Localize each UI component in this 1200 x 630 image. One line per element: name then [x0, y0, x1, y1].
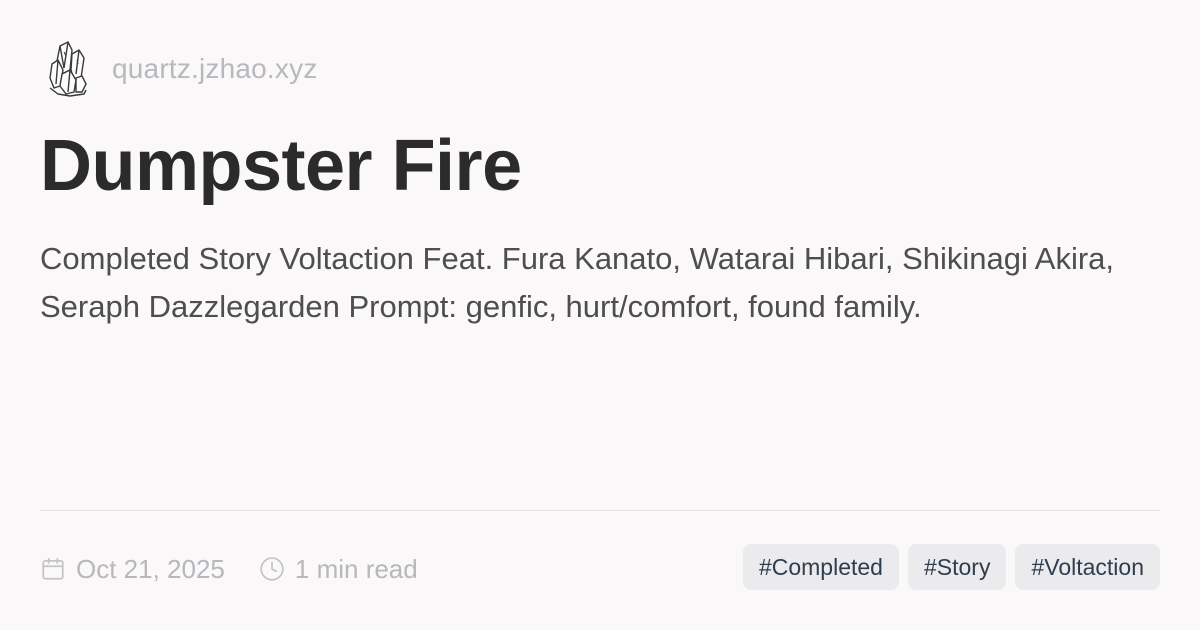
divider	[40, 510, 1160, 511]
date-meta: Oct 21, 2025	[40, 554, 225, 585]
tag-voltaction[interactable]: #Voltaction	[1015, 544, 1160, 590]
page-description: Completed Story Voltaction Feat. Fura Ka…	[40, 241, 1115, 324]
tag-story[interactable]: #Story	[907, 544, 1007, 590]
clock-icon	[260, 557, 284, 581]
site-name[interactable]: quartz.jzhao.xyz	[112, 53, 318, 85]
publish-date: Oct 21, 2025	[76, 553, 225, 584]
read-time: 1 min read	[294, 553, 418, 584]
tag-completed[interactable]: #Completed	[742, 544, 899, 590]
crystal-icon	[49, 41, 87, 97]
page-title: Dumpster Fire	[40, 126, 522, 206]
site-header: quartz.jzhao.xyz	[46, 40, 318, 98]
calendar-icon	[42, 557, 64, 580]
read-time-meta: 1 min read	[259, 554, 418, 585]
tag-list: #Completed #Story #Voltaction	[734, 544, 1160, 590]
page-meta: Oct 21, 2025 1 min read	[40, 548, 418, 590]
og-card: quartz.jzhao.xyz Dumpster Fire Completed…	[0, 0, 1200, 630]
